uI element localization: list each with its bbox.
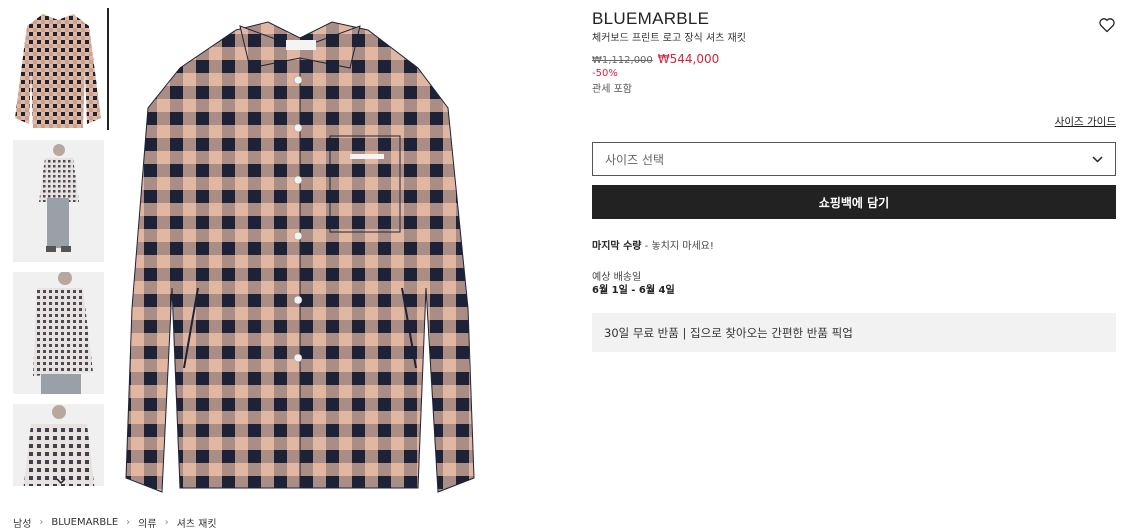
- stock-message: - 놓치지 마세요!: [644, 241, 714, 252]
- thumbnail-gallery: [13, 8, 109, 486]
- size-select[interactable]: 사이즈 선택: [592, 142, 1116, 176]
- thumbnail-model-side[interactable]: [13, 272, 104, 394]
- chevron-down-icon[interactable]: [53, 474, 69, 486]
- price-row: ₩1,112,000 ₩544,000: [592, 52, 719, 66]
- thumbnail-front[interactable]: [13, 8, 109, 130]
- chevron-down-icon: [1092, 155, 1103, 163]
- size-select-label: 사이즈 선택: [605, 152, 665, 167]
- sale-price: ₩544,000: [657, 52, 720, 66]
- thumbnail-model-full[interactable]: [13, 140, 104, 262]
- stock-label: 마지막 수량: [592, 241, 642, 252]
- discount-badge: -50%: [592, 68, 618, 79]
- original-price: ₩1,112,000: [592, 55, 653, 66]
- returns-banner: 30일 무료 반품 | 집으로 찾아오는 간편한 반품 픽업: [592, 313, 1116, 352]
- stock-notice: 마지막 수량 - 놓치지 마세요!: [592, 237, 714, 252]
- breadcrumb-item-brand[interactable]: BLUEMARBLE: [51, 517, 118, 528]
- shipping-dates: 6월 1일 - 6월 4일: [592, 285, 675, 296]
- breadcrumb-item-clothing[interactable]: 의류: [138, 515, 156, 528]
- chevron-right-icon: ›: [126, 517, 131, 528]
- breadcrumb-item-men[interactable]: 남성: [13, 515, 31, 528]
- chevron-right-icon: ›: [164, 517, 169, 528]
- breadcrumb-item-shirt-jackets[interactable]: 셔츠 재킷: [177, 515, 217, 528]
- heart-icon[interactable]: [1098, 17, 1116, 33]
- brand-name[interactable]: BLUEMARBLE: [592, 9, 709, 29]
- size-guide-link[interactable]: 사이즈 가이드: [1055, 114, 1116, 129]
- breadcrumb: 남성 › BLUEMARBLE › 의류 › 셔츠 재킷: [13, 515, 217, 528]
- product-name: 체커보드 프린트 로고 장식 셔츠 재킷: [592, 33, 746, 44]
- duty-note: 관세 포함: [592, 84, 632, 95]
- add-to-bag-button[interactable]: 쇼핑백에 담기: [592, 185, 1116, 219]
- chevron-right-icon: ›: [39, 517, 44, 528]
- main-product-image[interactable]: [118, 8, 482, 494]
